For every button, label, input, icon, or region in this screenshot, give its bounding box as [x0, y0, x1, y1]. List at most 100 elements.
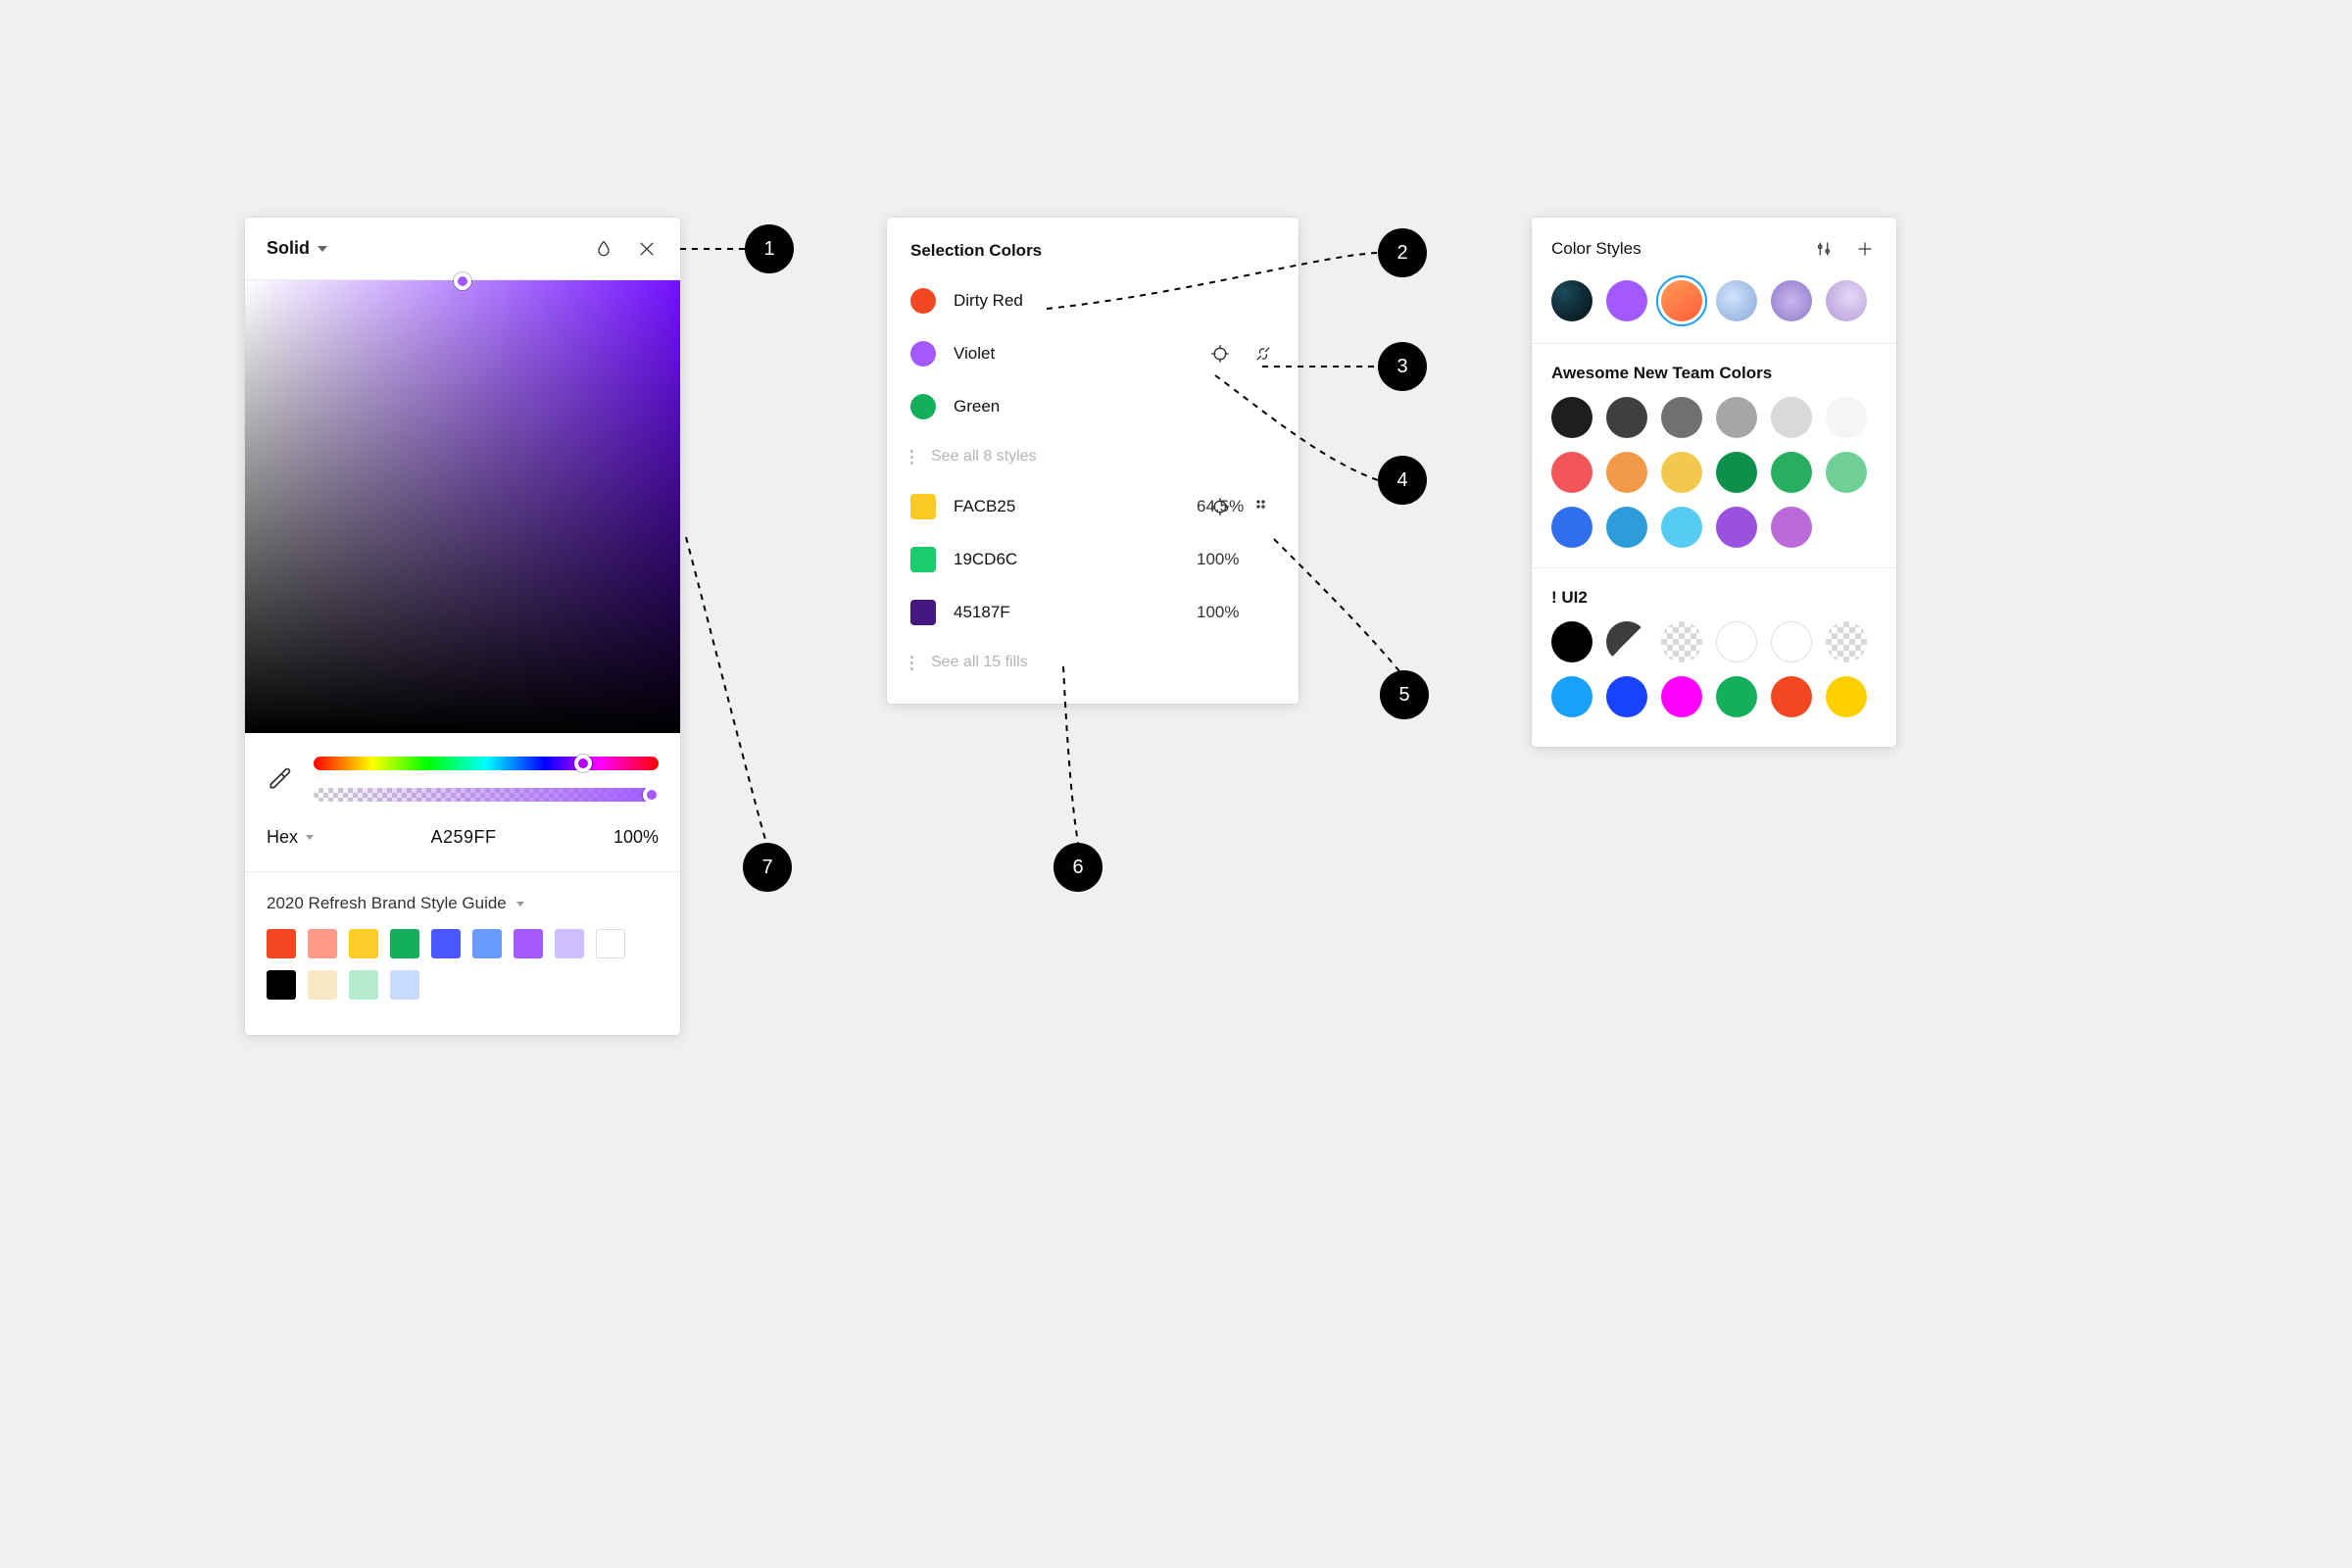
color-picker-panel: Solid Hex — [245, 218, 680, 1035]
canvas-thumb[interactable] — [454, 272, 471, 290]
opacity-input[interactable]: 100% — [613, 827, 659, 848]
chevron-down-icon — [318, 246, 327, 252]
ui2-color-swatch[interactable] — [1661, 676, 1702, 717]
style-swatch[interactable] — [1551, 280, 1592, 321]
team-colors-title: Awesome New Team Colors — [1551, 364, 1877, 383]
close-button[interactable] — [635, 237, 659, 261]
style-swatch[interactable] — [1826, 280, 1867, 321]
team-color-swatch[interactable] — [1551, 507, 1592, 548]
selection-style-row[interactable]: Green — [887, 380, 1298, 433]
team-color-swatch[interactable] — [1771, 397, 1812, 438]
library-swatch[interactable] — [390, 970, 419, 1000]
hex-input[interactable]: A259FF — [430, 827, 496, 848]
selection-fill-row[interactable]: 19CD6C100% — [887, 533, 1298, 586]
target-icon — [1210, 344, 1230, 364]
sliders-icon — [1815, 240, 1833, 258]
blend-mode-button[interactable] — [592, 237, 615, 261]
team-color-swatch[interactable] — [1826, 397, 1867, 438]
eyedropper-icon — [267, 766, 292, 792]
chevron-down-icon — [516, 902, 524, 906]
library-swatch[interactable] — [349, 929, 378, 958]
team-color-swatch[interactable] — [1661, 452, 1702, 493]
hue-thumb[interactable] — [574, 755, 592, 772]
team-color-swatch[interactable] — [1551, 397, 1592, 438]
team-color-swatch[interactable] — [1771, 452, 1812, 493]
style-swatch[interactable] — [1716, 280, 1757, 321]
library-swatch[interactable] — [431, 929, 461, 958]
selection-fill-row[interactable]: FACB2564.5% — [887, 480, 1298, 533]
library-dropdown[interactable]: 2020 Refresh Brand Style Guide — [267, 894, 659, 913]
style-swatch[interactable] — [1606, 280, 1647, 321]
adjust-styles-button[interactable] — [1812, 237, 1836, 261]
team-color-swatch[interactable] — [1551, 452, 1592, 493]
ui2-color-swatch[interactable] — [1606, 676, 1647, 717]
ui2-color-swatch[interactable] — [1606, 621, 1647, 662]
create-style-button[interactable] — [1251, 495, 1275, 518]
see-all-fills-button[interactable]: See all 15 fills — [887, 639, 1298, 686]
color-styles-title: Color Styles — [1551, 239, 1642, 259]
library-swatch[interactable] — [472, 929, 502, 958]
library-swatch[interactable] — [308, 970, 337, 1000]
fill-opacity: 100% — [1197, 550, 1275, 569]
library-swatch[interactable] — [308, 929, 337, 958]
fill-type-dropdown[interactable]: Solid — [267, 238, 327, 259]
team-color-swatch[interactable] — [1661, 507, 1702, 548]
annotation-1: 1 — [745, 224, 794, 273]
alpha-thumb[interactable] — [643, 788, 659, 802]
annotation-3: 3 — [1378, 342, 1427, 391]
close-icon — [637, 239, 657, 259]
team-color-swatch[interactable] — [1606, 397, 1647, 438]
alpha-slider[interactable] — [314, 788, 659, 802]
ui2-color-swatch[interactable] — [1826, 621, 1867, 662]
target-select-button[interactable] — [1208, 342, 1232, 366]
color-dot — [910, 341, 936, 367]
library-swatch[interactable] — [596, 929, 625, 958]
style-swatch[interactable] — [1771, 280, 1812, 321]
team-color-swatch[interactable] — [1771, 507, 1812, 548]
ui2-color-swatch[interactable] — [1826, 676, 1867, 717]
style-swatch-selected[interactable] — [1661, 280, 1702, 321]
team-color-swatch[interactable] — [1606, 507, 1647, 548]
ui2-color-swatch[interactable] — [1716, 676, 1757, 717]
detach-style-button[interactable] — [1251, 342, 1275, 366]
selection-style-row[interactable]: Dirty Red — [887, 274, 1298, 327]
see-all-styles-button[interactable]: See all 8 styles — [887, 433, 1298, 480]
top-style-row — [1532, 274, 1896, 343]
hue-slider[interactable] — [314, 757, 659, 770]
library-swatch[interactable] — [514, 929, 543, 958]
add-style-button[interactable] — [1853, 237, 1877, 261]
library-swatch[interactable] — [349, 970, 378, 1000]
team-color-swatch[interactable] — [1716, 507, 1757, 548]
target-select-button[interactable] — [1208, 495, 1232, 518]
ui2-color-swatch[interactable] — [1551, 676, 1592, 717]
annotation-7: 7 — [743, 843, 792, 892]
selection-colors-panel: Selection Colors Dirty RedViolet Green Se… — [887, 218, 1298, 704]
team-color-swatch[interactable] — [1661, 397, 1702, 438]
team-color-swatch[interactable] — [1716, 397, 1757, 438]
library-swatch[interactable] — [267, 929, 296, 958]
more-icon — [910, 450, 913, 465]
color-canvas[interactable] — [245, 280, 680, 733]
team-color-swatch[interactable] — [1606, 452, 1647, 493]
library-swatch[interactable] — [267, 970, 296, 1000]
ui2-color-swatch[interactable] — [1661, 621, 1702, 662]
eyedropper-button[interactable] — [267, 766, 292, 792]
ui2-color-swatch[interactable] — [1716, 621, 1757, 662]
annotation-5: 5 — [1380, 670, 1429, 719]
color-swatch — [910, 547, 936, 572]
team-color-swatch[interactable] — [1716, 452, 1757, 493]
library-swatch[interactable] — [555, 929, 584, 958]
style-name: Green — [954, 397, 1275, 416]
library-swatches — [267, 929, 659, 1000]
fill-type-label: Solid — [267, 238, 310, 259]
selection-colors-title: Selection Colors — [887, 241, 1298, 274]
droplet-icon — [594, 239, 613, 259]
library-swatch[interactable] — [390, 929, 419, 958]
ui2-color-swatch[interactable] — [1551, 621, 1592, 662]
selection-style-row[interactable]: Violet — [887, 327, 1298, 380]
color-mode-dropdown[interactable]: Hex — [267, 827, 314, 848]
team-color-swatch[interactable] — [1826, 452, 1867, 493]
ui2-color-swatch[interactable] — [1771, 621, 1812, 662]
selection-fill-row[interactable]: 45187F100% — [887, 586, 1298, 639]
ui2-color-swatch[interactable] — [1771, 676, 1812, 717]
